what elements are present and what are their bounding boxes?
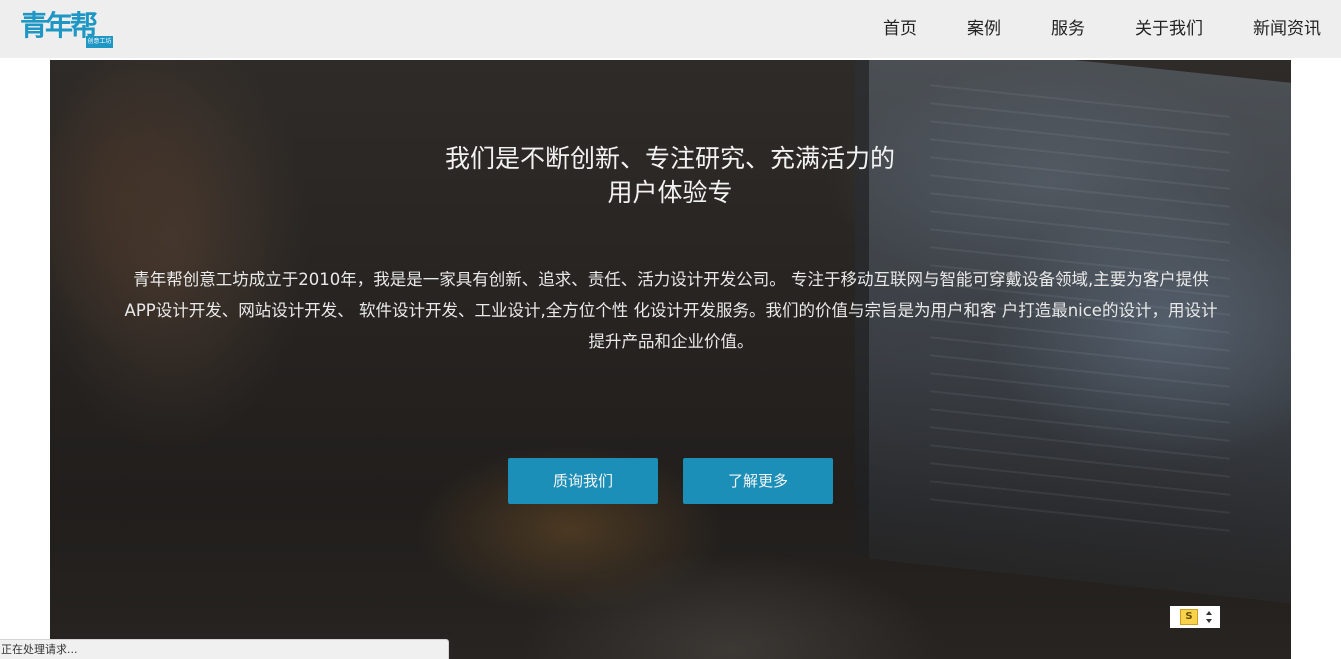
floating-widget[interactable]: S [1170, 606, 1220, 628]
logo-wordmark: 青年帮 [20, 9, 98, 42]
hero-background-desk [50, 500, 1291, 659]
hero-banner: 我们是不断创新、专注研究、充满活力的 用户体验专 青年帮创意工坊成立于2010年… [50, 60, 1291, 659]
learn-more-button[interactable]: 了解更多 [683, 458, 833, 504]
consult-us-button[interactable]: 质询我们 [508, 458, 658, 504]
browser-status-bar: 正在处理请求... [0, 639, 449, 659]
nav-home[interactable]: 首页 [883, 0, 917, 58]
nav-about[interactable]: 关于我们 [1135, 0, 1203, 58]
hero-title-line-2: 用户体验专 [607, 178, 733, 207]
page: 青年帮 创意工坊 首页 案例 服务 关于我们 新闻资讯 我们是不断创新、专注研究… [0, 0, 1341, 659]
site-logo[interactable]: 青年帮 创意工坊 [20, 6, 116, 50]
site-header: 青年帮 创意工坊 首页 案例 服务 关于我们 新闻资讯 [0, 0, 1341, 58]
hero-title: 我们是不断创新、专注研究、充满活力的 用户体验专 [420, 142, 920, 210]
s-badge-icon: S [1180, 609, 1198, 625]
nav-services[interactable]: 服务 [1051, 0, 1085, 58]
nav-cases[interactable]: 案例 [967, 0, 1001, 58]
hero-title-line-1: 我们是不断创新、专注研究、充满活力的 [444, 144, 895, 173]
main-nav: 首页 案例 服务 关于我们 新闻资讯 [833, 0, 1321, 58]
hero-description: 青年帮创意工坊成立于2010年，我是是一家具有创新、追求、责任、活力设计开发公司… [124, 270, 1218, 351]
nav-news[interactable]: 新闻资讯 [1253, 0, 1321, 58]
updown-arrows-icon [1204, 609, 1214, 625]
logo-subtitle: 创意工坊 [86, 36, 113, 48]
